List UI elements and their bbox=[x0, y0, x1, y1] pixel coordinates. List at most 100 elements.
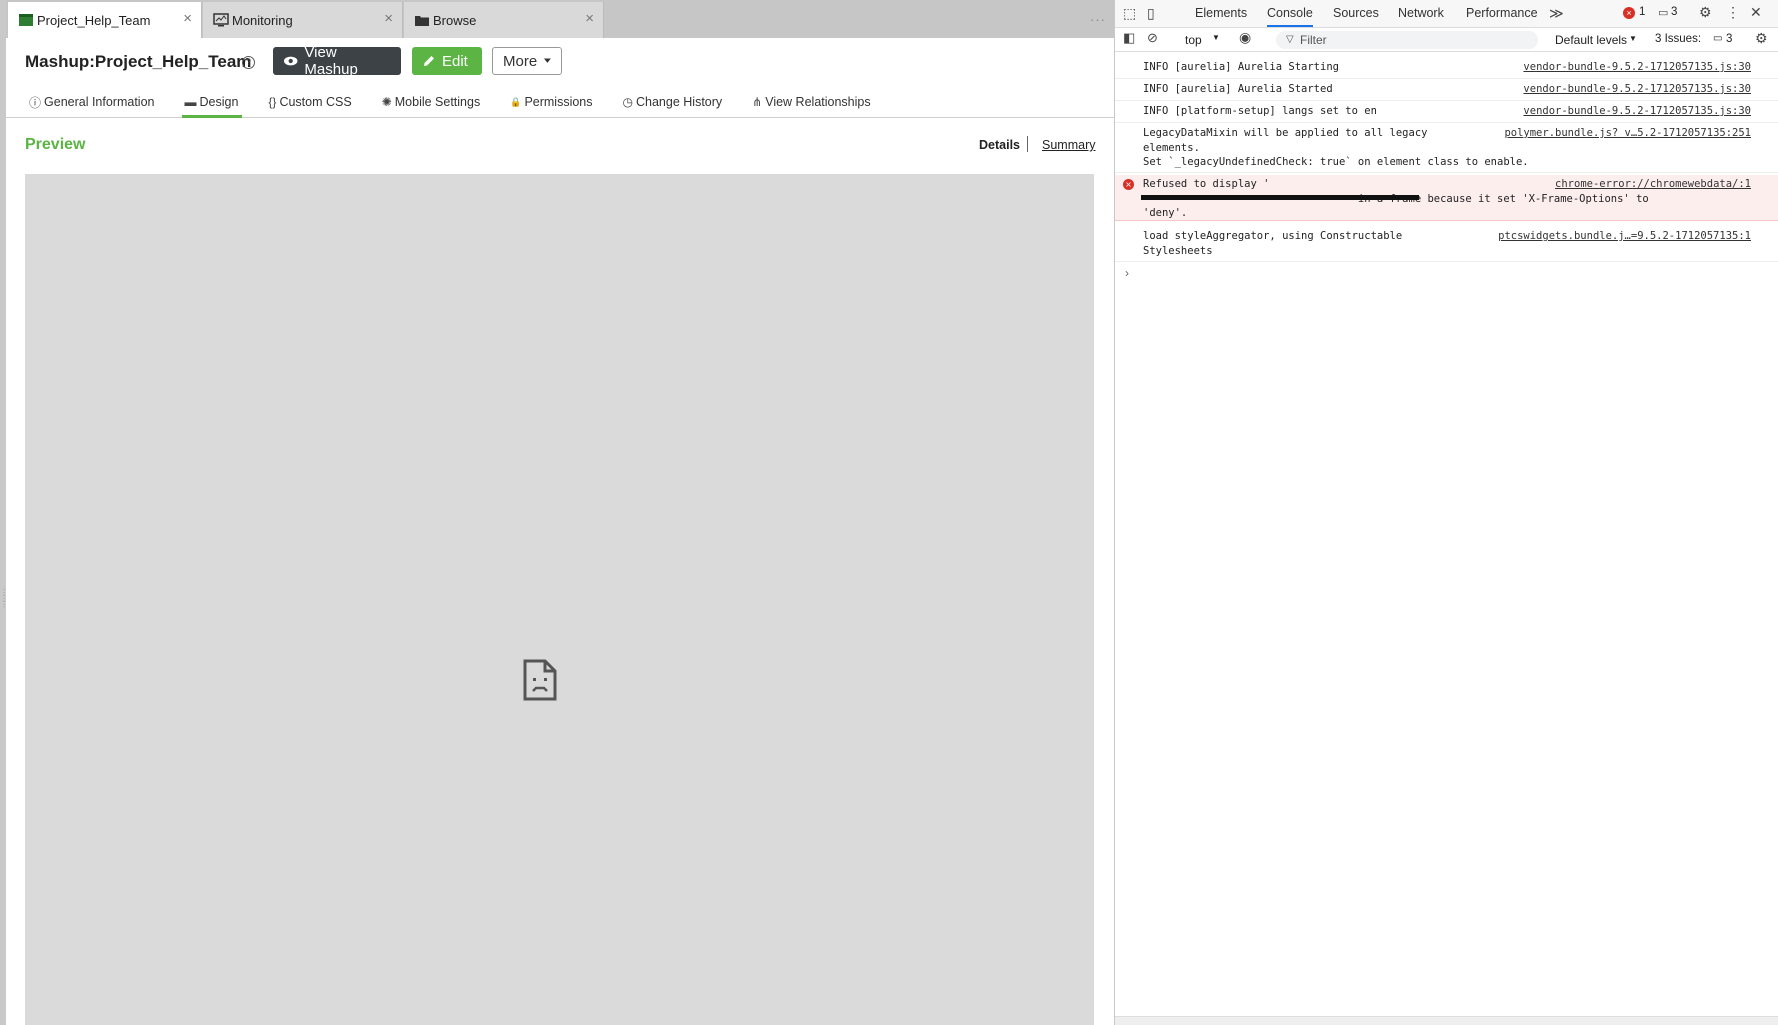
devtools-tab-sources[interactable]: Sources bbox=[1333, 0, 1379, 27]
console-message: load styleAggregator, using Constructabl… bbox=[1115, 226, 1778, 262]
more-tabs-icon[interactable]: ≫ bbox=[1549, 5, 1564, 22]
braces-icon: {} bbox=[268, 95, 277, 109]
console-settings-icon[interactable]: ⚙ bbox=[1755, 30, 1768, 47]
tab-label: Permissions bbox=[524, 95, 593, 109]
design-icon: ▬ bbox=[184, 95, 197, 109]
close-devtools-icon[interactable]: ✕ bbox=[1750, 4, 1762, 21]
tab-custom-css[interactable]: {} Custom CSS bbox=[268, 88, 351, 116]
tab-change-history[interactable]: ◷ Change History bbox=[623, 88, 723, 116]
relationships-icon: ⋔ bbox=[752, 95, 763, 109]
gear-icon: ✺ bbox=[381, 95, 392, 109]
sad-page-icon bbox=[523, 659, 557, 701]
console-source-link[interactable]: vendor-bundle-9.5.2-1712057135.js:30 bbox=[1523, 60, 1751, 75]
devtools-tab-elements[interactable]: Elements bbox=[1195, 0, 1247, 27]
filter-input[interactable]: ▽ Filter bbox=[1276, 31, 1538, 49]
redacted-url bbox=[1141, 195, 1419, 200]
device-toolbar-icon[interactable]: ▯ bbox=[1147, 5, 1155, 22]
caret-down-icon: ▼ bbox=[1212, 33, 1220, 42]
issues-icon: ▭ bbox=[1713, 33, 1723, 44]
app-tab-project-help-team[interactable]: Project_Help_Team × bbox=[8, 2, 202, 38]
more-label: More bbox=[503, 52, 538, 70]
kebab-menu-icon[interactable]: ⋮ bbox=[1726, 4, 1740, 21]
console-prompt[interactable]: › bbox=[1125, 266, 1129, 280]
tab-label: Change History bbox=[636, 95, 723, 109]
devtools-tab-network[interactable]: Network bbox=[1398, 0, 1444, 27]
devtools-tab-console[interactable]: Console bbox=[1267, 0, 1313, 27]
tab-label: General Information bbox=[44, 95, 155, 109]
clear-console-icon[interactable]: ⊘ bbox=[1147, 30, 1158, 46]
console-message: INFO [aurelia] Aurelia Starting vendor-b… bbox=[1115, 57, 1778, 79]
caret-down-icon: ▼ bbox=[1629, 34, 1637, 43]
resize-handle[interactable]: ⋮ ⋮ ⋮ bbox=[0, 589, 8, 630]
thingworx-app: ⋮ ⋮ ⋮ Project_Help_Team × Monitoring × Bro… bbox=[0, 0, 1114, 1025]
error-icon: × bbox=[1123, 179, 1134, 190]
error-count[interactable]: 1 bbox=[1639, 6, 1645, 18]
preview-title: Preview bbox=[25, 136, 86, 153]
close-icon[interactable]: × bbox=[384, 11, 393, 26]
devtools-tab-performance[interactable]: Performance bbox=[1466, 0, 1538, 27]
mashup-icon bbox=[19, 14, 33, 26]
lock-icon: 🔒 bbox=[510, 96, 522, 107]
devtools-tab-bar: ⬚ ▯ Elements Console Sources Network Per… bbox=[1115, 0, 1778, 28]
console-message: INFO [aurelia] Aurelia Started vendor-bu… bbox=[1115, 79, 1778, 101]
summary-link[interactable]: Summary bbox=[1042, 138, 1095, 152]
eye-icon bbox=[283, 56, 298, 66]
info-icon: ⓘ bbox=[29, 95, 42, 110]
edit-label: Edit bbox=[442, 52, 468, 70]
tab-view-relationships[interactable]: ⋔ View Relationships bbox=[752, 88, 870, 116]
close-icon[interactable]: × bbox=[183, 11, 192, 26]
message-count[interactable]: 3 bbox=[1671, 6, 1677, 18]
close-icon[interactable]: × bbox=[585, 11, 594, 26]
app-tab-monitoring[interactable]: Monitoring × bbox=[203, 2, 403, 38]
link-separator bbox=[1027, 136, 1028, 152]
filter-placeholder: Filter bbox=[1300, 33, 1327, 47]
edit-button[interactable]: Edit bbox=[412, 47, 482, 75]
console-source-link[interactable]: ptcswidgets.bundle.j…=9.5.2-1712057135:1 bbox=[1498, 229, 1751, 244]
app-tab-browse[interactable]: Browse × bbox=[404, 2, 604, 38]
issues-label[interactable]: 3 Issues: bbox=[1655, 33, 1701, 45]
settings-gear-icon[interactable]: ⚙ bbox=[1699, 4, 1712, 21]
tab-general-information[interactable]: ⓘ General Information bbox=[29, 88, 155, 116]
tab-mobile-settings[interactable]: ✺ Mobile Settings bbox=[382, 88, 481, 116]
tab-label: View Relationships bbox=[765, 95, 871, 109]
console-message-text: INFO [aurelia] Aurelia Started bbox=[1143, 83, 1333, 95]
console-error-message: × Refused to display ' in a frame becaus… bbox=[1115, 175, 1778, 221]
tab-overflow-icon[interactable]: ··· bbox=[1090, 12, 1106, 27]
filter-funnel-icon: ▽ bbox=[1286, 34, 1294, 45]
console-message-text: INFO [platform-setup] langs set to en bbox=[1143, 105, 1377, 117]
view-mashup-button[interactable]: View Mashup bbox=[273, 44, 401, 78]
tab-design[interactable]: ▬ Design bbox=[181, 88, 243, 118]
live-expression-eye-icon[interactable]: ◉ bbox=[1239, 29, 1251, 46]
inspect-element-icon[interactable]: ⬚ bbox=[1123, 5, 1136, 22]
console-source-link[interactable]: vendor-bundle-9.5.2-1712057135.js:30 bbox=[1523, 82, 1751, 97]
tab-permissions[interactable]: 🔒 Permissions bbox=[510, 88, 592, 116]
tab-label: Custom CSS bbox=[279, 95, 352, 109]
entity-header: Mashup:Project_Help_Team ? View Mashup E… bbox=[6, 38, 1114, 118]
sidebar-toggle-icon[interactable]: ◧ bbox=[1123, 30, 1135, 46]
details-link[interactable]: Details bbox=[979, 138, 1020, 152]
help-icon[interactable]: ? bbox=[242, 56, 255, 69]
devtools-panel: ⬚ ▯ Elements Console Sources Network Per… bbox=[1114, 0, 1778, 1025]
console-source-link[interactable]: vendor-bundle-9.5.2-1712057135.js:30 bbox=[1523, 104, 1751, 119]
console-source-link[interactable]: polymer.bundle.js? v…5.2-1712057135:251 bbox=[1504, 126, 1751, 141]
app-tab-label: Project_Help_Team bbox=[37, 12, 151, 28]
context-selector[interactable]: top bbox=[1185, 33, 1202, 47]
issues-count[interactable]: 3 bbox=[1726, 33, 1732, 45]
preview-frame bbox=[25, 174, 1094, 1025]
view-mashup-label: View Mashup bbox=[304, 44, 358, 78]
left-gutter bbox=[0, 0, 6, 1025]
tab-label: Mobile Settings bbox=[394, 95, 481, 109]
caret-down-icon bbox=[544, 58, 551, 63]
log-levels-dropdown[interactable]: Default levels bbox=[1555, 33, 1627, 47]
more-dropdown-button[interactable]: More bbox=[492, 47, 562, 75]
console-message: LegacyDataMixin will be applied to all l… bbox=[1115, 123, 1778, 173]
error-icon: × bbox=[1623, 7, 1635, 19]
console-message: INFO [platform-setup] langs set to en ve… bbox=[1115, 101, 1778, 123]
app-tab-label: Browse bbox=[433, 12, 477, 28]
pencil-icon bbox=[424, 56, 434, 66]
console-message-text: LegacyDataMixin will be applied to all l… bbox=[1143, 127, 1529, 168]
console-source-link[interactable]: chrome-error://chromewebdata/:1 bbox=[1555, 177, 1751, 192]
message-icon: ▭ bbox=[1658, 7, 1669, 19]
page-title: Mashup:Project_Help_Team bbox=[25, 52, 252, 71]
console-toolbar: ◧ ⊘ top ▼ ◉ ▽ Filter Default levels ▼ 3 … bbox=[1115, 28, 1778, 52]
